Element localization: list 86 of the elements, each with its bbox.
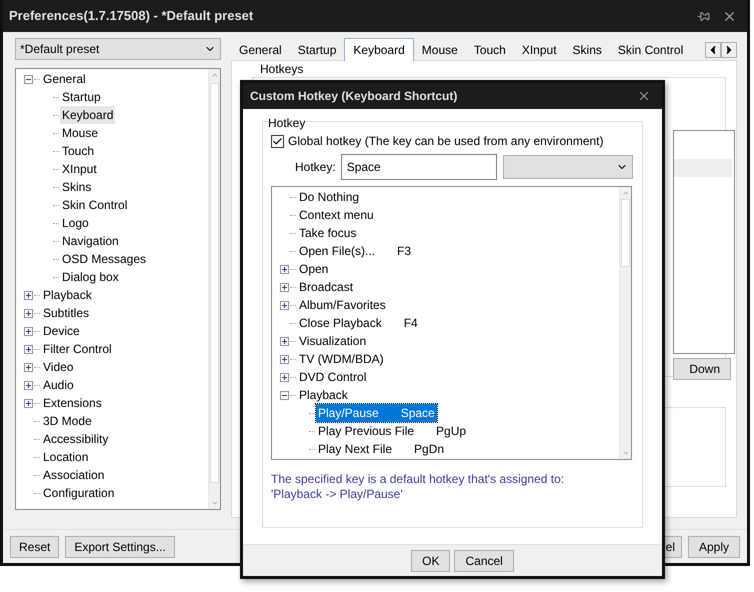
down-button[interactable]: Down (673, 358, 731, 380)
collapse-icon[interactable] (24, 74, 33, 84)
collapse-icon[interactable] (280, 390, 289, 400)
tree-item[interactable]: OSD Messages (60, 250, 148, 268)
tree-item[interactable]: Play Previous File PgUp (316, 422, 468, 440)
tree-item[interactable]: Album/Favorites (297, 296, 388, 314)
reset-button[interactable]: Reset (10, 536, 60, 558)
tree-item[interactable]: Playback (297, 386, 350, 404)
close-icon[interactable] (637, 89, 651, 103)
expand-icon[interactable] (280, 336, 289, 346)
tree-item[interactable]: Playback (41, 286, 94, 304)
tree-item[interactable]: General (41, 70, 88, 88)
tree-item[interactable]: Filter Control (41, 340, 114, 358)
tab[interactable]: Skins (564, 40, 610, 60)
tree-item[interactable]: TV (WDM/BDA) (297, 350, 386, 368)
tree-item[interactable]: Association (41, 466, 106, 484)
ok-button[interactable]: OK (411, 550, 450, 572)
expand-icon[interactable] (24, 398, 33, 408)
cancel-button[interactable]: Cancel (454, 550, 514, 572)
tree-item[interactable]: XInput (60, 160, 99, 178)
tab[interactable]: General (231, 40, 290, 60)
scroll-left-icon[interactable] (705, 42, 721, 58)
expand-icon[interactable] (24, 344, 33, 354)
tree-item[interactable]: Context menu (297, 206, 376, 224)
group-label: Hotkeys (259, 63, 304, 76)
tree-item[interactable]: Extensions (41, 394, 104, 412)
checkbox[interactable] (271, 134, 284, 148)
tab[interactable]: Keyboard (344, 38, 414, 61)
expand-icon[interactable] (280, 300, 289, 310)
tree-item[interactable]: Visualization (297, 332, 368, 350)
window-title: Preferences(1.7.17508) - *Default preset (9, 7, 254, 26)
scroll-thumb[interactable] (210, 83, 219, 483)
expand-icon[interactable] (24, 290, 33, 300)
tree-item[interactable]: Device (41, 322, 82, 340)
tree-item[interactable]: Subtitles (41, 304, 92, 322)
check-icon (272, 136, 283, 146)
preset-select[interactable]: *Default preset (15, 38, 221, 60)
tree-item[interactable]: Broadcast (297, 278, 356, 296)
tree-item[interactable]: Startup (60, 88, 103, 106)
tree-item[interactable]: Play Next File PgDn (316, 440, 446, 458)
tab[interactable]: Touch (466, 40, 514, 60)
expand-icon[interactable] (280, 372, 289, 382)
dialog-title: Custom Hotkey (Keyboard Shortcut) (250, 88, 458, 105)
checkbox-label: Global hotkey (The key can be used from any environment) (288, 133, 604, 150)
tree-item[interactable]: Configuration (41, 484, 116, 502)
tree-item[interactable]: Open File(s)... F3 (297, 242, 414, 260)
apply-button[interactable]: Apply (688, 536, 740, 558)
scroll-thumb[interactable] (621, 199, 630, 267)
expand-icon[interactable] (24, 380, 33, 390)
tree-item[interactable]: Audio (41, 376, 76, 394)
tree-item[interactable]: Video (41, 358, 76, 376)
tab[interactable]: Startup (290, 40, 344, 60)
tree-item[interactable]: DVD Control (297, 368, 368, 386)
tree-item[interactable]: Logo (60, 214, 91, 232)
tree-item[interactable]: Skin Control (60, 196, 130, 214)
tree-item[interactable]: Play/Pause Space (316, 404, 437, 422)
hotkey-field[interactable]: Space (340, 154, 497, 180)
tree-item[interactable]: Location (41, 448, 90, 466)
expand-icon[interactable] (280, 264, 289, 274)
pin-icon[interactable] (697, 10, 710, 22)
tab[interactable]: Skin Control (610, 40, 692, 60)
tab[interactable]: Mouse (414, 40, 466, 60)
expand-icon[interactable] (24, 308, 33, 318)
expand-icon[interactable] (280, 354, 289, 364)
tree-item[interactable]: Dialog box (60, 268, 121, 286)
info-text: The specified key is a default hotkey that's assigned to: 'Playback -> Play/Pause' (271, 472, 566, 502)
tree-item[interactable]: Accessibility (41, 430, 110, 448)
tree-item[interactable]: Skins (60, 178, 94, 196)
export-settings-button[interactable]: Export Settings... (65, 536, 175, 558)
tree-item[interactable]: Do Nothing (297, 188, 362, 206)
scrollbar[interactable] (619, 187, 631, 459)
tree-item[interactable]: Keyboard (60, 106, 116, 124)
expand-icon[interactable] (24, 362, 33, 372)
tree-item[interactable]: Take focus (297, 224, 358, 242)
tree-item[interactable]: Navigation (60, 232, 121, 250)
hotkey-label: Hotkey: (295, 159, 336, 176)
expand-icon[interactable] (280, 282, 289, 292)
tab[interactable]: XInput (514, 40, 565, 60)
scrollbar[interactable] (208, 69, 220, 509)
expand-icon[interactable] (24, 326, 33, 336)
tree-item[interactable]: Open (297, 260, 330, 278)
tree-item[interactable]: 3D Mode (41, 412, 94, 430)
tree-item[interactable]: Close Playback F4 (297, 314, 420, 332)
tree-item[interactable]: Touch (60, 142, 96, 160)
scroll-right-icon[interactable] (721, 42, 737, 58)
tree-item[interactable]: Mouse (60, 124, 100, 142)
